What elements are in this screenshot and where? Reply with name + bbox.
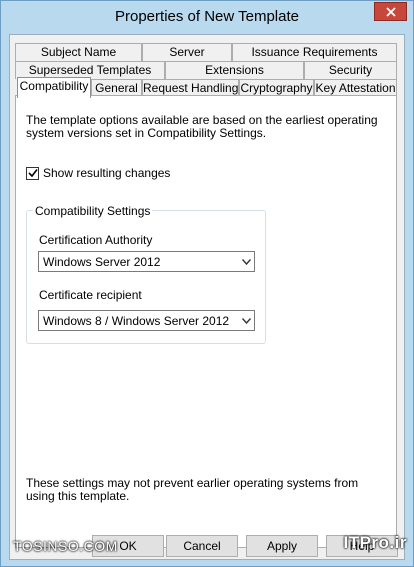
recipient-dropdown[interactable]: Windows 8 / Windows Server 2012 <box>38 310 255 331</box>
ca-dropdown[interactable]: Windows Server 2012 <box>38 251 255 272</box>
show-changes-checkbox[interactable] <box>26 166 39 180</box>
close-icon <box>385 6 396 17</box>
tab-extensions[interactable]: Extensions <box>165 61 304 79</box>
cancel-button[interactable]: Cancel <box>166 535 238 557</box>
recipient-dropdown-value: Windows 8 / Windows Server 2012 <box>43 314 230 328</box>
tab-subject-name[interactable]: Subject Name <box>15 43 142 61</box>
footer-note: These settings may not prevent earlier o… <box>26 476 359 503</box>
group-title: Compatibility Settings <box>33 204 153 218</box>
show-changes-label: Show resulting changes <box>43 166 171 180</box>
compatibility-settings-group: Compatibility Settings Certification Aut… <box>26 204 266 344</box>
tab-compatibility[interactable]: Compatibility <box>17 77 91 98</box>
watermark-left: TOSINSO.COM <box>13 538 118 554</box>
recipient-label: Certificate recipient <box>39 288 142 302</box>
watermark-right: ITPro.ir <box>343 533 407 552</box>
window-title: Properties of New Template <box>115 8 299 25</box>
tab-issuance-requirements[interactable]: Issuance Requirements <box>232 43 397 61</box>
apply-button[interactable]: Apply <box>246 535 318 557</box>
tab-server[interactable]: Server <box>142 43 232 61</box>
title-bar[interactable]: Properties of New Template <box>1 1 413 32</box>
chevron-down-icon <box>242 259 251 265</box>
checkmark-icon <box>27 169 38 178</box>
properties-dialog: Properties of New Template Subject Name … <box>0 0 414 567</box>
ca-dropdown-value: Windows Server 2012 <box>43 255 161 269</box>
compatibility-panel: The template options available are based… <box>15 95 397 548</box>
chevron-down-icon <box>242 318 251 324</box>
intro-text: The template options available are based… <box>26 113 378 140</box>
close-button[interactable] <box>374 2 407 21</box>
show-changes-row[interactable]: Show resulting changes <box>26 166 170 180</box>
tab-security[interactable]: Security <box>304 61 397 79</box>
dialog-client-area: Subject Name Server Issuance Requirement… <box>9 34 405 560</box>
ca-label: Certification Authority <box>39 233 153 247</box>
